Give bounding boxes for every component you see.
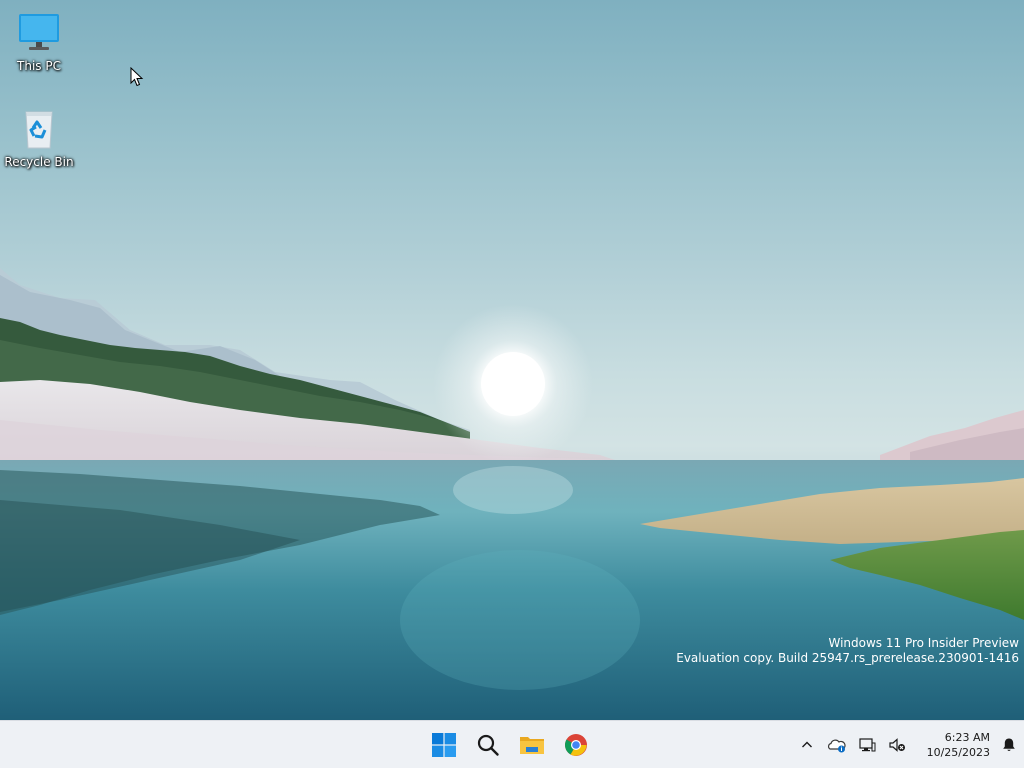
show-hidden-icons-button[interactable] <box>792 725 822 765</box>
wallpaper <box>0 268 1024 720</box>
volume-button[interactable] <box>882 725 912 765</box>
desktop-icon-recycle-bin[interactable]: Recycle Bin <box>1 106 77 169</box>
onedrive-button[interactable] <box>822 725 852 765</box>
folder-icon <box>520 736 544 754</box>
watermark-line-1: Windows 11 Pro Insider Preview <box>828 636 1019 650</box>
system-tray: 6:23 AM 10/25/2023 <box>792 721 1024 768</box>
chevron-up-icon <box>802 741 812 747</box>
this-pc-icon <box>19 14 59 50</box>
desktop-icon-this-pc[interactable]: This PC <box>1 10 77 73</box>
desktop-icon-label: This PC <box>17 59 61 73</box>
recycle-bin-icon <box>25 111 53 149</box>
notifications-button[interactable] <box>994 725 1024 765</box>
evaluation-watermark: Windows 11 Pro Insider Preview Evaluatio… <box>676 636 1019 666</box>
watermark-line-2: Evaluation copy. Build 25947.rs_prerelea… <box>676 651 1019 665</box>
network-icon <box>859 737 876 751</box>
chrome-button[interactable] <box>556 725 596 765</box>
bell-icon <box>1003 738 1015 751</box>
taskbar: 6:23 AM 10/25/2023 <box>0 720 1024 768</box>
mouse-cursor-icon <box>130 67 144 87</box>
chrome-icon <box>565 733 587 756</box>
search-icon <box>477 734 499 756</box>
taskbar-pinned-apps <box>424 721 596 768</box>
clock-date: 10/25/2023 <box>926 745 990 759</box>
windows-logo-icon <box>432 732 456 757</box>
network-button[interactable] <box>852 725 882 765</box>
onedrive-icon <box>827 739 846 752</box>
taskbar-clock[interactable]: 6:23 AM 10/25/2023 <box>912 730 994 760</box>
desktop-icon-label: Recycle Bin <box>4 155 74 169</box>
search-button[interactable] <box>468 725 508 765</box>
file-explorer-button[interactable] <box>512 725 552 765</box>
desktop[interactable]: This PC Recycle Bin Windows 11 Pro Insid… <box>0 0 1024 720</box>
volume-muted-icon <box>889 737 905 752</box>
clock-time: 6:23 AM <box>944 730 990 744</box>
start-button[interactable] <box>424 725 464 765</box>
